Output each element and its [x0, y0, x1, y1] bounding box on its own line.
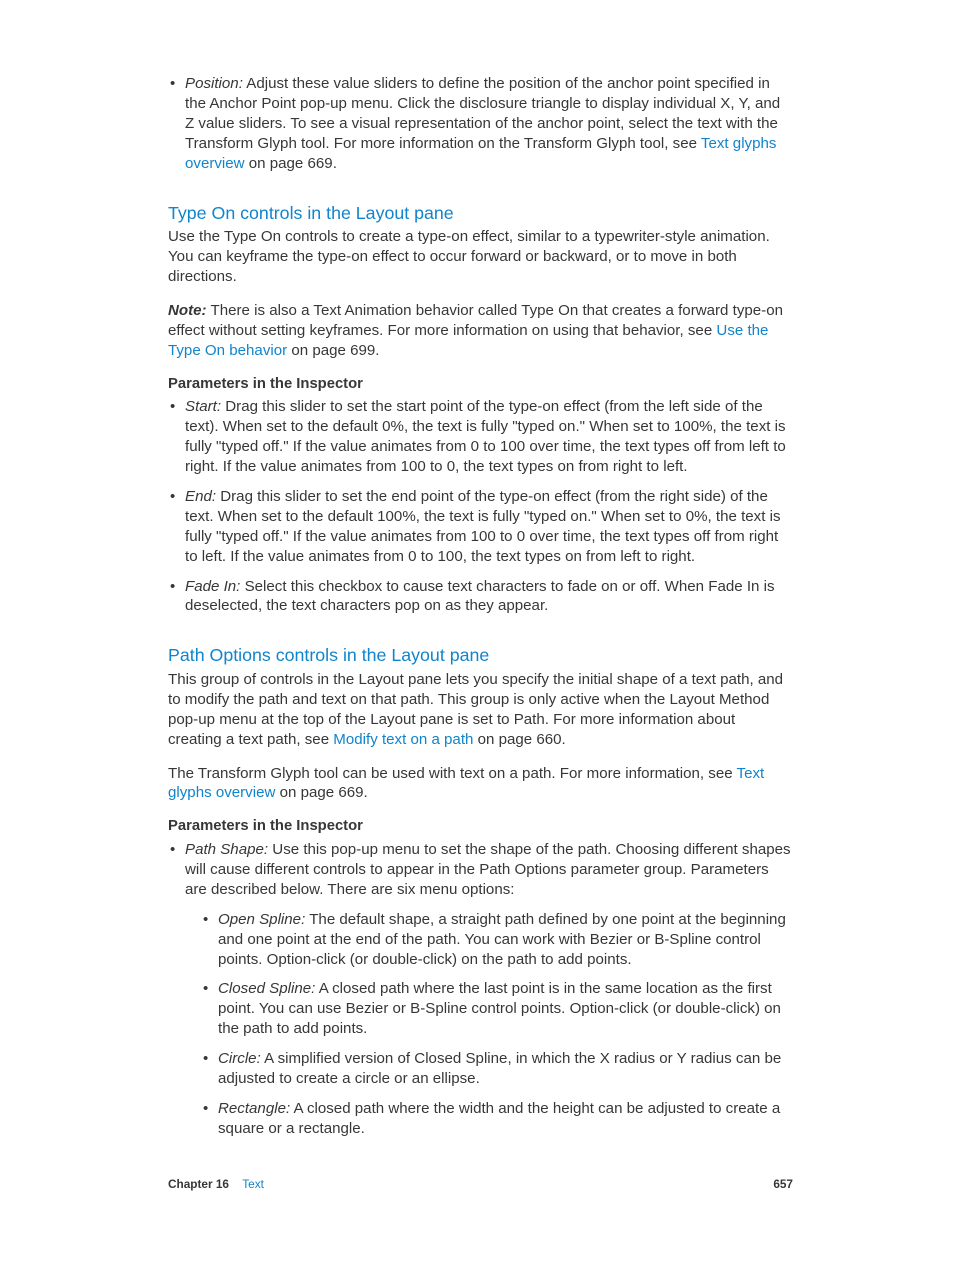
note-label: Note:: [168, 302, 207, 319]
page: Position: Adjust these value sliders to …: [0, 0, 954, 1265]
footer-chapter: Chapter 16: [168, 1177, 229, 1191]
footer-page-number: 657: [773, 1177, 793, 1193]
link-modify-text-on-path[interactable]: Modify text on a path: [333, 731, 473, 748]
page-footer: Chapter 16 Text 657: [168, 1177, 793, 1193]
list-item: Rectangle: A closed path where the width…: [201, 1099, 793, 1139]
type-on-params-list: Start: Drag this slider to set the start…: [168, 397, 793, 616]
list-item: Open Spline: The default shape, a straig…: [201, 910, 793, 970]
list-item: Circle: A simplified version of Closed S…: [201, 1049, 793, 1089]
body-text: Use the Type On controls to create a typ…: [168, 227, 793, 287]
list-item: Position: Adjust these value sliders to …: [168, 74, 793, 174]
parameters-subhead: Parameters in the Inspector: [168, 817, 793, 837]
list-item: Start: Drag this slider to set the start…: [168, 397, 793, 477]
param-label: Position:: [185, 75, 243, 92]
body-text: This group of controls in the Layout pan…: [168, 670, 793, 750]
content-column: Position: Adjust these value sliders to …: [168, 74, 793, 1149]
body-text: on page 669.: [275, 784, 367, 801]
body-text: A closed path where the width and the he…: [218, 1100, 780, 1137]
path-shape-list: Path Shape: Use this pop-up menu to set …: [168, 840, 793, 1139]
list-item: End: Drag this slider to set the end poi…: [168, 487, 793, 567]
param-label: Closed Spline:: [218, 980, 315, 997]
body-text: Drag this slider to set the end point of…: [185, 488, 781, 565]
path-options-section: Path Options controls in the Layout pane…: [168, 644, 793, 1139]
param-label: Rectangle:: [218, 1100, 290, 1117]
param-label: Fade In:: [185, 578, 240, 595]
body-text: The Transform Glyph tool can be used wit…: [168, 764, 793, 804]
body-text: Select this checkbox to cause text chara…: [185, 578, 775, 615]
heading-path-options: Path Options controls in the Layout pane: [168, 644, 793, 667]
footer-section: Text: [242, 1177, 264, 1191]
body-text: Use this pop-up menu to set the shape of…: [185, 841, 791, 898]
body-text: The Transform Glyph tool can be used wit…: [168, 765, 737, 782]
parameters-subhead: Parameters in the Inspector: [168, 375, 793, 395]
list-item: Closed Spline: A closed path where the l…: [201, 979, 793, 1039]
list-item: Path Shape: Use this pop-up menu to set …: [168, 840, 793, 1139]
position-bullet-list: Position: Adjust these value sliders to …: [168, 74, 793, 174]
body-text: on page 669.: [245, 155, 337, 172]
param-label: Start:: [185, 398, 221, 415]
param-label: End:: [185, 488, 216, 505]
body-text: A simplified version of Closed Spline, i…: [218, 1050, 781, 1087]
param-label: Circle:: [218, 1050, 261, 1067]
param-label: Path Shape:: [185, 841, 268, 858]
body-text: Adjust these value sliders to define the…: [185, 75, 780, 152]
param-label: Open Spline:: [218, 911, 305, 928]
body-text: on page 660.: [473, 731, 565, 748]
heading-type-on: Type On controls in the Layout pane: [168, 202, 793, 225]
path-shape-options-list: Open Spline: The default shape, a straig…: [185, 910, 793, 1139]
list-item: Fade In: Select this checkbox to cause t…: [168, 577, 793, 617]
body-text: Drag this slider to set the start point …: [185, 398, 786, 475]
note-paragraph: Note: There is also a Text Animation beh…: [168, 301, 793, 361]
type-on-section: Type On controls in the Layout pane Use …: [168, 202, 793, 617]
body-text: There is also a Text Animation behavior …: [168, 302, 783, 339]
body-text: on page 699.: [287, 342, 379, 359]
